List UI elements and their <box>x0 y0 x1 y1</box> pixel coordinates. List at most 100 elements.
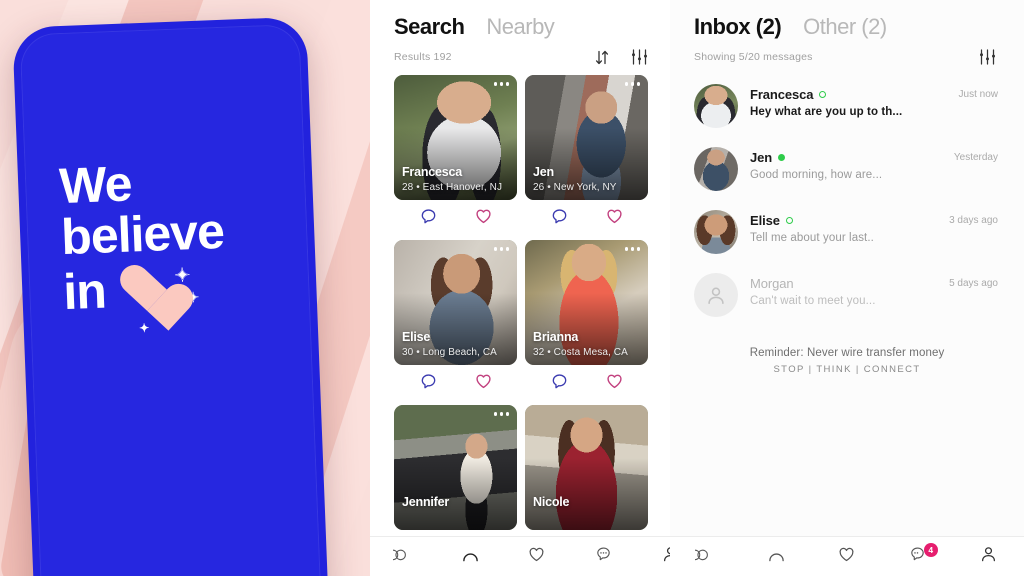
sender-name: Elise <box>750 213 780 228</box>
profile-name: Brianna <box>533 330 579 344</box>
message-time: 5 days ago <box>949 278 998 289</box>
profile-meta: 26 • New York, NY <box>533 182 617 193</box>
profile-icon <box>980 545 997 568</box>
matches-icon <box>767 546 786 568</box>
inbox-bottom-nav: 4 <box>670 536 1024 576</box>
list-item[interactable]: Francesca Just now Hey what are you up t… <box>694 75 1002 138</box>
avatar <box>694 84 738 128</box>
more-dots-icon[interactable] <box>493 82 509 86</box>
card-actions <box>394 365 517 399</box>
nav-matches[interactable] <box>763 546 789 568</box>
avatar <box>694 273 738 317</box>
tab-inbox[interactable]: Inbox (2) <box>694 14 782 40</box>
chat-bubble-icon[interactable] <box>419 207 438 226</box>
search-panel: Search Nearby Results 192 Francesca 28 •… <box>370 0 670 576</box>
showing-messages-count: Showing 5/20 messages <box>694 51 813 63</box>
profile-card-wrap: Jen 26 • New York, NY <box>525 75 648 234</box>
discover-icon <box>690 546 715 567</box>
message-preview: Can't wait to meet you... <box>750 295 876 307</box>
chat-bubble-icon[interactable] <box>550 207 569 226</box>
profile-icon <box>662 545 670 568</box>
message-header: Morgan 5 days ago <box>750 276 1002 291</box>
profile-card[interactable]: Nicole <box>525 405 648 530</box>
profile-card-wrap: Elise 30 • Long Beach, CA <box>394 240 517 399</box>
heart-outline-icon[interactable] <box>474 207 493 226</box>
brand-ad-panel: We believe in ✦ ✦ ✦ match ♥ <box>0 0 370 576</box>
profile-card[interactable]: Francesca 28 • East Hanover, NJ <box>394 75 517 200</box>
phone-mockup: We believe in ✦ ✦ ✦ match ♥ <box>12 16 330 576</box>
search-bottom-nav <box>370 536 670 576</box>
tab-other[interactable]: Other (2) <box>803 14 887 40</box>
inbox-panel: Inbox (2) Other (2) Showing 5/20 message… <box>670 0 1024 576</box>
nav-messages[interactable] <box>591 546 617 568</box>
likes-icon <box>527 546 546 568</box>
sender-name: Morgan <box>750 276 794 291</box>
filter-sliders-icon[interactable] <box>979 49 996 65</box>
nav-profile[interactable] <box>658 546 670 568</box>
list-item[interactable]: Elise 3 days ago Tell me about your last… <box>694 201 1002 264</box>
more-dots-icon[interactable] <box>493 247 509 251</box>
more-dots-icon[interactable] <box>624 82 640 86</box>
message-header: Elise 3 days ago <box>750 213 1002 228</box>
avatar <box>694 147 738 191</box>
profile-card[interactable]: Jen 26 • New York, NY <box>525 75 648 200</box>
nav-matches[interactable] <box>457 546 483 568</box>
list-item[interactable]: Morgan 5 days ago Can't wait to meet you… <box>694 264 1002 327</box>
safety-reminder: Reminder: Never wire transfer money STOP… <box>686 327 1008 375</box>
matches-icon <box>461 546 480 568</box>
profile-card[interactable]: Jennifer <box>394 405 517 530</box>
nav-profile[interactable] <box>976 546 1002 568</box>
more-dots-icon[interactable] <box>493 412 509 416</box>
filter-sliders-icon[interactable] <box>631 49 648 65</box>
chat-bubble-icon[interactable] <box>550 372 569 391</box>
card-actions <box>525 200 648 234</box>
more-dots-icon[interactable] <box>624 247 640 251</box>
message-time: Yesterday <box>953 152 998 163</box>
nav-likes[interactable] <box>524 546 550 568</box>
card-actions <box>525 365 648 399</box>
sparkle-icon: ✦ <box>187 288 199 306</box>
message-body: Elise 3 days ago Tell me about your last… <box>750 210 1002 244</box>
tab-nearby[interactable]: Nearby <box>486 14 554 40</box>
profile-meta: 30 • Long Beach, CA <box>402 347 497 358</box>
reminder-tagline: STOP | THINK | CONNECT <box>773 364 921 375</box>
status-badge <box>778 154 786 161</box>
sort-icon[interactable] <box>595 50 609 65</box>
chat-bubble-icon[interactable] <box>419 372 438 391</box>
profile-name: Nicole <box>533 495 570 509</box>
message-body: Jen Yesterday Good morning, how are... <box>750 147 1002 181</box>
phone-screen: We believe in ✦ ✦ ✦ match ♥ <box>19 24 322 576</box>
headline-line-3: in <box>62 261 107 320</box>
reminder-text: Reminder: Never wire transfer money <box>749 347 945 359</box>
profile-card[interactable]: Brianna 32 • Costa Mesa, CA <box>525 240 648 365</box>
status-badge <box>785 217 793 224</box>
message-preview: Tell me about your last.. <box>750 232 874 244</box>
profile-name: Francesca <box>402 165 463 179</box>
heart-outline-icon[interactable] <box>474 372 493 391</box>
profile-name: Jen <box>533 165 554 179</box>
nav-likes[interactable] <box>834 546 860 568</box>
profile-card-wrap: Brianna 32 • Costa Mesa, CA <box>525 240 648 399</box>
message-header: Jen Yesterday <box>750 150 1002 165</box>
list-item[interactable]: Jen Yesterday Good morning, how are... <box>694 138 1002 201</box>
message-time: Just now <box>958 89 998 100</box>
profile-card-wrap: Francesca 28 • East Hanover, NJ <box>394 75 517 234</box>
inbox-tabs: Inbox (2) Other (2) <box>686 0 1008 40</box>
app-screenshot: We believe in ✦ ✦ ✦ match ♥ <box>0 0 1024 576</box>
heart-outline-icon[interactable] <box>605 372 624 391</box>
message-preview: Good morning, how are... <box>750 169 883 181</box>
heart-outline-icon[interactable] <box>605 207 624 226</box>
sender-name: Francesca <box>750 87 814 102</box>
nav-messages[interactable]: 4 <box>905 542 938 568</box>
message-preview: Hey what are you up to th... <box>750 106 903 118</box>
message-list: Francesca Just now Hey what are you up t… <box>686 65 1008 327</box>
nav-discover[interactable] <box>690 546 718 568</box>
search-meta-row: Results 192 <box>384 40 656 65</box>
profile-card[interactable]: Elise 30 • Long Beach, CA <box>394 240 517 365</box>
message-time: 3 days ago <box>949 215 998 226</box>
tab-search[interactable]: Search <box>394 14 465 40</box>
card-actions <box>394 200 517 234</box>
message-body: Francesca Just now Hey what are you up t… <box>750 84 1002 118</box>
message-header: Francesca Just now <box>750 87 1002 102</box>
nav-discover[interactable] <box>388 546 416 568</box>
